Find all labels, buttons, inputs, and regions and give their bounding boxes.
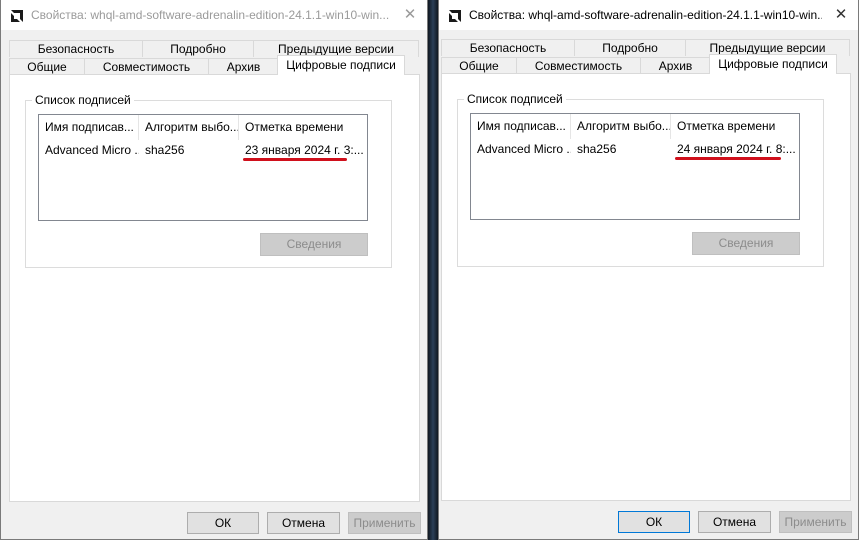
amd-logo-icon <box>11 10 23 22</box>
column-header-algorithm[interactable]: Алгоритм выбо... <box>139 115 239 140</box>
ok-button[interactable]: ОК <box>187 512 259 534</box>
cell-signer[interactable]: Advanced Micro ... <box>39 140 139 160</box>
column-header-signer[interactable]: Имя подписав... <box>39 115 139 140</box>
tab-general[interactable]: Общие <box>9 58 85 75</box>
group-title: Список подписей <box>464 92 566 106</box>
window-title: Свойства: whql-amd-software-adrenalin-ed… <box>31 8 390 22</box>
cell-algorithm[interactable]: sha256 <box>571 139 671 159</box>
tab-digital-signatures[interactable]: Цифровые подписи <box>709 54 837 74</box>
cell-timestamp[interactable]: 23 января 2024 г. 3:... <box>239 140 367 160</box>
cell-timestamp[interactable]: 24 января 2024 г. 8:... <box>671 139 799 159</box>
column-header-timestamp[interactable]: Отметка времени <box>239 115 367 140</box>
apply-button[interactable]: Применить <box>779 511 852 533</box>
tab-digital-signatures[interactable]: Цифровые подписи <box>277 55 405 75</box>
red-underline-annotation <box>675 157 781 160</box>
tab-general[interactable]: Общие <box>441 57 517 74</box>
tab-compatibility[interactable]: Совместимость <box>84 58 209 75</box>
title-bar[interactable]: Свойства: whql-amd-software-adrenalin-ed… <box>1 0 427 30</box>
details-button[interactable]: Сведения <box>260 233 368 256</box>
close-icon[interactable]: ✕ <box>393 0 427 30</box>
properties-window-left: Свойства: whql-amd-software-adrenalin-ed… <box>0 0 428 540</box>
column-header-algorithm[interactable]: Алгоритм выбо... <box>571 114 671 139</box>
group-title: Список подписей <box>32 93 134 107</box>
tab-archive[interactable]: Архив <box>208 58 279 75</box>
window-title: Свойства: whql-amd-software-adrenalin-ed… <box>469 8 822 22</box>
signature-list-group: Список подписей Имя подписав... Алгоритм… <box>457 92 824 267</box>
cell-algorithm[interactable]: sha256 <box>139 140 239 160</box>
tab-compatibility[interactable]: Совместимость <box>516 57 641 74</box>
signature-list[interactable]: Имя подписав... Алгоритм выбо... Отметка… <box>38 114 368 221</box>
tab-panel: Список подписей Имя подписав... Алгоритм… <box>441 73 851 501</box>
tab-archive[interactable]: Архив <box>640 57 711 74</box>
signature-list-group: Список подписей Имя подписав... Алгоритм… <box>25 93 392 268</box>
cancel-button[interactable]: Отмена <box>267 512 340 534</box>
tab-security[interactable]: Безопасность <box>9 40 143 57</box>
red-underline-annotation <box>243 158 347 161</box>
column-header-signer[interactable]: Имя подписав... <box>471 114 571 139</box>
column-header-timestamp[interactable]: Отметка времени <box>671 114 799 139</box>
tab-details[interactable]: Подробно <box>574 39 686 56</box>
properties-window-right: Свойства: whql-amd-software-adrenalin-ed… <box>438 0 859 540</box>
signature-list[interactable]: Имя подписав... Алгоритм выбо... Отметка… <box>470 113 800 220</box>
tab-security[interactable]: Безопасность <box>441 39 575 56</box>
close-icon[interactable]: ✕ <box>824 0 858 30</box>
ok-button[interactable]: ОК <box>618 511 690 533</box>
apply-button[interactable]: Применить <box>348 512 421 534</box>
cell-signer[interactable]: Advanced Micro ... <box>471 139 571 159</box>
cancel-button[interactable]: Отмена <box>698 511 771 533</box>
title-bar[interactable]: Свойства: whql-amd-software-adrenalin-ed… <box>439 0 858 30</box>
desktop-gap <box>428 0 438 540</box>
tab-panel: Список подписей Имя подписав... Алгоритм… <box>9 74 420 502</box>
amd-logo-icon <box>449 10 461 22</box>
tab-details[interactable]: Подробно <box>142 40 254 57</box>
details-button[interactable]: Сведения <box>692 232 800 255</box>
